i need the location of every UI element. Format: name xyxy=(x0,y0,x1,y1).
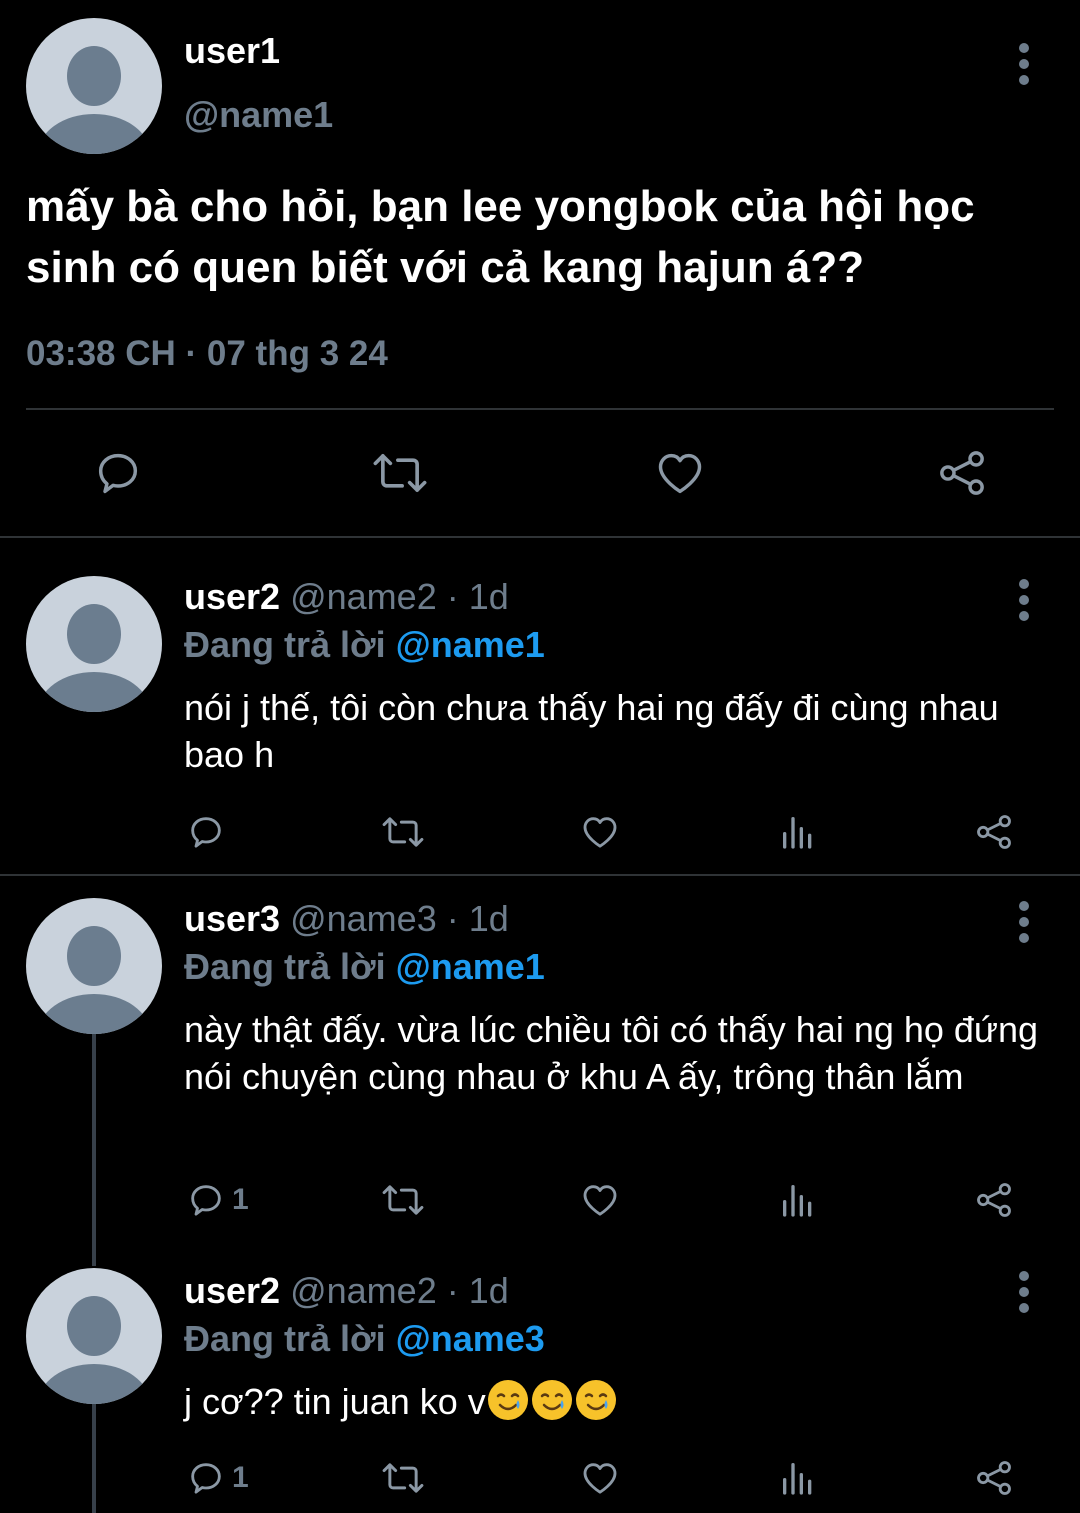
thread-line xyxy=(92,1404,96,1513)
reply-text: j cơ?? tin juan ko v xyxy=(184,1381,486,1422)
author-name[interactable]: user2 xyxy=(184,1270,280,1311)
more-icon[interactable] xyxy=(1004,1264,1044,1320)
avatar[interactable] xyxy=(26,1268,162,1404)
views-icon xyxy=(783,1185,812,1217)
more-icon[interactable] xyxy=(1004,572,1044,628)
reply-text: nói j thế, tôi còn chưa thấy hai ng đấy … xyxy=(184,687,999,775)
retweet-icon xyxy=(382,817,424,847)
mention-link[interactable]: @name1 xyxy=(396,624,545,665)
reply-count: 1 xyxy=(232,1183,249,1216)
views-icon xyxy=(783,1463,812,1495)
views-button[interactable] xyxy=(778,812,818,852)
share-button[interactable] xyxy=(974,812,1014,852)
crying-smile-emoji xyxy=(487,1380,528,1420)
like-button[interactable] xyxy=(580,1180,620,1220)
like-icon xyxy=(583,817,617,848)
like-icon xyxy=(583,1463,617,1494)
replying-label: Đang trả lời xyxy=(184,624,386,665)
reply-count: 1 xyxy=(232,1461,249,1494)
default-avatar-icon xyxy=(38,46,150,154)
handle-time[interactable]: @name2 · 1d xyxy=(290,1270,509,1311)
author-name[interactable]: user3 xyxy=(184,898,280,939)
default-avatar-icon xyxy=(38,926,150,1034)
share-icon xyxy=(977,1183,1011,1217)
reply-text-line: j cơ?? tin juan ko v xyxy=(184,1378,1054,1425)
reply-button[interactable]: 1 xyxy=(186,1180,249,1220)
reply-header: user2 @name2 · 1d xyxy=(184,576,509,618)
section-divider xyxy=(0,536,1080,538)
replying-to: Đang trả lời @name3 xyxy=(184,1318,545,1360)
reply-icon xyxy=(191,817,221,848)
crying-smile-emoji xyxy=(575,1380,616,1420)
views-button[interactable] xyxy=(778,1458,818,1498)
reply-button[interactable] xyxy=(186,812,232,852)
reply-icon xyxy=(98,453,138,494)
retweet-button[interactable] xyxy=(380,1458,426,1498)
retweet-icon xyxy=(373,454,427,492)
default-avatar-icon xyxy=(38,1296,150,1404)
reply-button[interactable] xyxy=(92,447,144,499)
reply-icon xyxy=(191,1185,221,1216)
avatar[interactable] xyxy=(26,898,162,1034)
default-avatar-icon xyxy=(38,604,150,712)
replying-label: Đang trả lời xyxy=(184,946,386,987)
retweet-icon xyxy=(382,1185,424,1215)
author-name[interactable]: user2 xyxy=(184,576,280,617)
avatar[interactable] xyxy=(26,18,162,154)
share-icon xyxy=(940,451,984,495)
reply-header: user3 @name3 · 1d xyxy=(184,898,509,940)
views-icon xyxy=(783,817,812,849)
more-icon[interactable] xyxy=(1004,894,1044,950)
share-icon xyxy=(977,1461,1011,1495)
reply-button[interactable]: 1 xyxy=(186,1458,249,1498)
tweet-timestamp[interactable]: 03:38 CH · 07 thg 3 24 xyxy=(26,334,388,374)
like-button[interactable] xyxy=(654,447,706,499)
replying-to: Đang trả lời @name1 xyxy=(184,624,545,666)
replying-to: Đang trả lời @name1 xyxy=(184,946,545,988)
tweet-text: mấy bà cho hỏi, bạn lee yongbok của hội … xyxy=(26,182,975,292)
like-icon xyxy=(583,1185,617,1216)
retweet-icon xyxy=(382,1463,424,1493)
retweet-button[interactable] xyxy=(380,812,426,852)
views-button[interactable] xyxy=(778,1180,818,1220)
reply-header: user2 @name2 · 1d xyxy=(184,1270,509,1312)
handle-time[interactable]: @name2 · 1d xyxy=(290,576,509,617)
share-icon xyxy=(977,815,1011,849)
share-button[interactable] xyxy=(974,1180,1014,1220)
share-button[interactable] xyxy=(936,447,988,499)
more-icon[interactable] xyxy=(1004,36,1044,92)
retweet-button[interactable] xyxy=(370,447,430,499)
like-button[interactable] xyxy=(580,812,620,852)
mention-link[interactable]: @name3 xyxy=(396,1318,545,1359)
reply-icon xyxy=(191,1463,221,1494)
handle-time[interactable]: @name3 · 1d xyxy=(290,898,509,939)
divider xyxy=(26,408,1054,410)
share-button[interactable] xyxy=(974,1458,1014,1498)
avatar[interactable] xyxy=(26,576,162,712)
like-icon xyxy=(658,453,702,494)
like-button[interactable] xyxy=(580,1458,620,1498)
crying-smile-emoji xyxy=(531,1380,572,1420)
retweet-button[interactable] xyxy=(380,1180,426,1220)
reply-text: này thật đấy. vừa lúc chiều tôi có thấy … xyxy=(184,1009,1039,1097)
replying-label: Đang trả lời xyxy=(184,1318,386,1359)
author-handle[interactable]: @name1 xyxy=(184,94,333,136)
mention-link[interactable]: @name1 xyxy=(396,946,545,987)
thread-line xyxy=(92,1034,96,1266)
author-name[interactable]: user1 xyxy=(184,30,280,72)
section-divider xyxy=(0,874,1080,876)
